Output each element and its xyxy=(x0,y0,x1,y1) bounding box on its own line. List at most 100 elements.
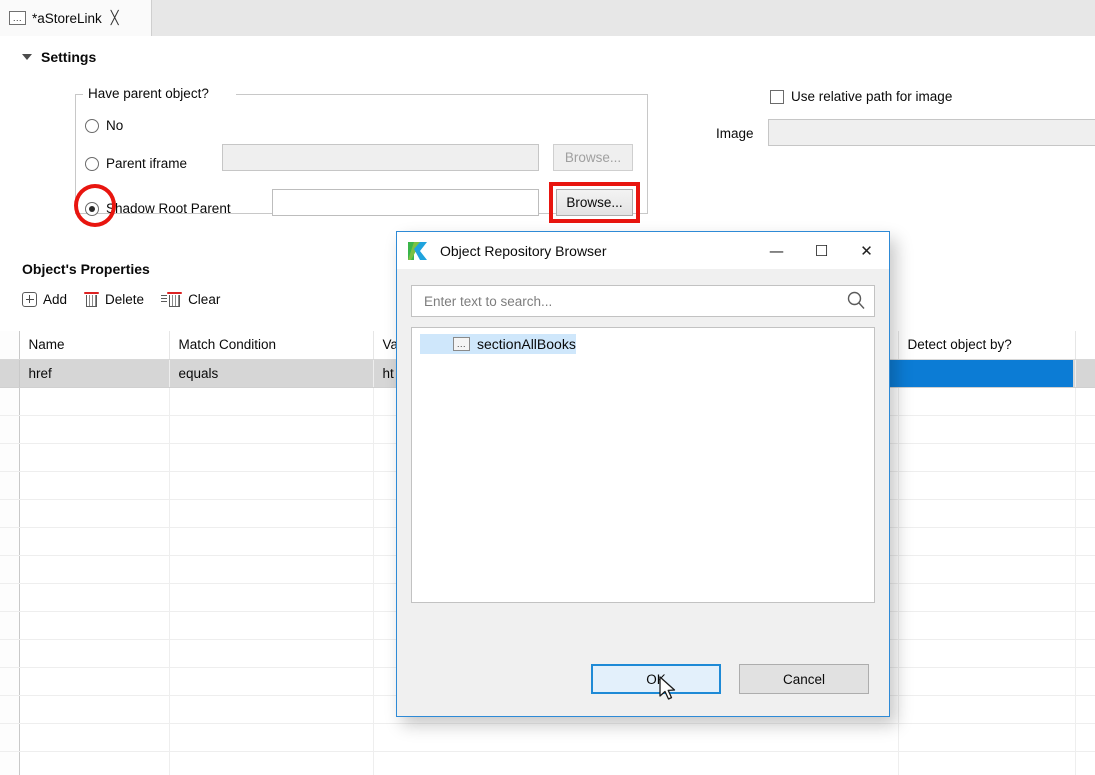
cell-value[interactable] xyxy=(373,723,899,752)
cell-spacer xyxy=(1075,639,1095,668)
radio-icon-parent-iframe[interactable] xyxy=(85,156,99,171)
cell-name[interactable] xyxy=(19,387,170,416)
search-box[interactable] xyxy=(411,285,875,317)
clear-trash-icon xyxy=(161,291,183,307)
radio-option-parent-iframe[interactable]: Parent iframe xyxy=(85,156,187,171)
cell-detect-object-by[interactable] xyxy=(898,667,1076,696)
cell-name[interactable] xyxy=(19,471,170,500)
cell-match-condition[interactable] xyxy=(169,415,374,444)
object-tree-panel[interactable]: ⋯ sectionAllBooks xyxy=(411,327,875,603)
cell-detect-object-by[interactable] xyxy=(898,527,1076,556)
search-icon[interactable] xyxy=(846,290,866,313)
cell-name[interactable] xyxy=(19,499,170,528)
object-repository-browser-dialog: Object Repository Browser — ☐ ✕ ⋯ sectio… xyxy=(396,231,890,717)
minimize-icon[interactable]: — xyxy=(754,232,799,269)
add-property-label: Add xyxy=(43,291,68,307)
cell-match-condition[interactable] xyxy=(169,583,374,612)
cell-detect-object-by[interactable] xyxy=(898,639,1076,668)
cell-detect-object-by[interactable] xyxy=(898,723,1076,752)
cell-spacer xyxy=(1075,499,1095,528)
cell-match-condition[interactable] xyxy=(169,555,374,584)
close-icon[interactable]: ╳ xyxy=(111,11,119,26)
cell-name[interactable] xyxy=(19,443,170,472)
dialog-body: ⋯ sectionAllBooks xyxy=(397,269,889,642)
cell-match-condition[interactable] xyxy=(169,751,374,775)
clear-properties-button[interactable]: Clear xyxy=(161,291,220,307)
objects-properties-title: Object's Properties xyxy=(22,261,150,277)
cell-detect-object-by[interactable] xyxy=(898,583,1076,612)
cell-detect-object-by[interactable] xyxy=(898,751,1076,775)
cell-match-condition[interactable] xyxy=(169,667,374,696)
cell-detect-object-by[interactable] xyxy=(898,611,1076,640)
cell-spacer xyxy=(1075,359,1095,388)
ok-button[interactable]: OK xyxy=(591,664,721,694)
cell-match-condition[interactable] xyxy=(169,611,374,640)
cell-name[interactable] xyxy=(19,723,170,752)
radio-icon-no[interactable] xyxy=(85,118,99,133)
cell-name[interactable] xyxy=(19,751,170,775)
tab-astorelink[interactable]: ⋯ *aStoreLink ╳ xyxy=(0,0,152,36)
row-marker xyxy=(0,499,20,528)
radio-option-shadow-root-parent[interactable]: Shadow Root Parent xyxy=(85,201,231,216)
cell-spacer xyxy=(1075,527,1095,556)
cell-spacer xyxy=(1075,667,1095,696)
radio-icon-shadow-root-parent[interactable] xyxy=(85,201,99,216)
cell-match-condition[interactable] xyxy=(169,723,374,752)
column-header-spacer xyxy=(1075,331,1095,360)
checkbox-icon-use-relative-path[interactable] xyxy=(770,89,784,104)
row-marker xyxy=(0,611,20,640)
cell-spacer xyxy=(1075,471,1095,500)
cell-name[interactable] xyxy=(19,611,170,640)
column-header-name[interactable]: Name xyxy=(19,331,170,360)
maximize-icon[interactable]: ☐ xyxy=(799,232,844,269)
use-relative-path-checkbox-row[interactable]: Use relative path for image xyxy=(770,89,952,104)
cell-name[interactable] xyxy=(19,667,170,696)
cell-name[interactable] xyxy=(19,415,170,444)
row-marker xyxy=(0,527,20,556)
cell-match-condition[interactable] xyxy=(169,387,374,416)
cell-name[interactable] xyxy=(19,527,170,556)
settings-section-toggle[interactable]: Settings xyxy=(22,49,96,65)
column-header-detect-object-by[interactable]: Detect object by? xyxy=(898,331,1076,360)
cell-name[interactable] xyxy=(19,695,170,724)
tree-item-sectionallbooks[interactable]: ⋯ sectionAllBooks xyxy=(420,334,576,354)
search-input[interactable] xyxy=(422,292,846,310)
cell-match-condition[interactable]: equals xyxy=(169,359,374,388)
cell-detect-object-by[interactable] xyxy=(898,695,1076,724)
shadow-root-parent-input[interactable] xyxy=(272,189,539,216)
cell-name[interactable]: href xyxy=(19,359,170,388)
cell-match-condition[interactable] xyxy=(169,639,374,668)
image-path-input[interactable] xyxy=(768,119,1095,146)
cell-match-condition[interactable] xyxy=(169,471,374,500)
add-property-button[interactable]: Add xyxy=(22,291,68,307)
cell-name[interactable] xyxy=(19,555,170,584)
plus-icon xyxy=(22,291,37,307)
tree-item-label: sectionAllBooks xyxy=(477,336,576,352)
cell-match-condition[interactable] xyxy=(169,695,374,724)
cell-detect-object-by[interactable] xyxy=(898,387,1076,416)
column-header-match-condition[interactable]: Match Condition xyxy=(169,331,374,360)
radio-option-no[interactable]: No xyxy=(85,118,123,133)
cancel-button[interactable]: Cancel xyxy=(739,664,869,694)
cell-name[interactable] xyxy=(19,583,170,612)
cell-value[interactable] xyxy=(373,751,899,775)
cell-match-condition[interactable] xyxy=(169,443,374,472)
close-icon[interactable]: ✕ xyxy=(844,232,889,269)
cell-match-condition[interactable] xyxy=(169,527,374,556)
cell-detect-object-by[interactable] xyxy=(898,415,1076,444)
cell-detect-object-by[interactable] xyxy=(898,443,1076,472)
row-marker xyxy=(0,415,20,444)
table-row[interactable] xyxy=(0,751,1095,775)
delete-property-button[interactable]: Delete xyxy=(84,291,144,307)
delete-property-label: Delete xyxy=(105,291,145,307)
cell-match-condition[interactable] xyxy=(169,499,374,528)
parent-iframe-input[interactable] xyxy=(222,144,539,171)
cell-name[interactable] xyxy=(19,639,170,668)
table-row[interactable] xyxy=(0,723,1095,752)
cell-detect-object-by[interactable] xyxy=(898,471,1076,500)
browse-shadow-root-button[interactable]: Browse... xyxy=(556,189,633,216)
properties-toolbar: Add Delete Clear xyxy=(22,291,220,307)
cell-detect-object-by[interactable] xyxy=(898,555,1076,584)
dialog-title-bar[interactable]: Object Repository Browser — ☐ ✕ xyxy=(397,232,889,269)
cell-detect-object-by[interactable] xyxy=(898,499,1076,528)
